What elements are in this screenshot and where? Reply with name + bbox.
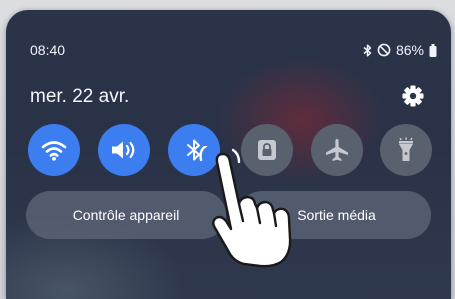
do-not-disturb-icon bbox=[377, 43, 391, 57]
gear-icon bbox=[402, 85, 424, 107]
wifi-toggle[interactable] bbox=[28, 124, 80, 176]
battery-icon bbox=[429, 43, 437, 57]
screen: 08:40 86% mer. 22 avr. Contrôle appareil… bbox=[0, 0, 455, 299]
sound-toggle[interactable] bbox=[98, 124, 150, 176]
airplane-icon bbox=[326, 139, 348, 161]
device-control-label: Contrôle appareil bbox=[72, 207, 180, 223]
bluetooth-icon bbox=[363, 43, 372, 57]
airplane-toggle[interactable] bbox=[311, 124, 363, 176]
flashlight-icon bbox=[399, 137, 413, 161]
status-bar: 08:40 86% bbox=[30, 42, 437, 62]
date-label: mer. 22 avr. bbox=[30, 86, 130, 107]
sound-icon bbox=[112, 141, 135, 159]
media-output-label: Sortie média bbox=[297, 207, 376, 223]
tap-hand-icon bbox=[199, 146, 292, 268]
status-icons: 86% bbox=[363, 42, 437, 58]
wifi-icon bbox=[41, 141, 67, 161]
status-time: 08:40 bbox=[30, 42, 66, 58]
battery-percent: 86% bbox=[395, 42, 424, 58]
flashlight-toggle[interactable] bbox=[380, 124, 432, 176]
settings-button[interactable] bbox=[399, 82, 427, 110]
